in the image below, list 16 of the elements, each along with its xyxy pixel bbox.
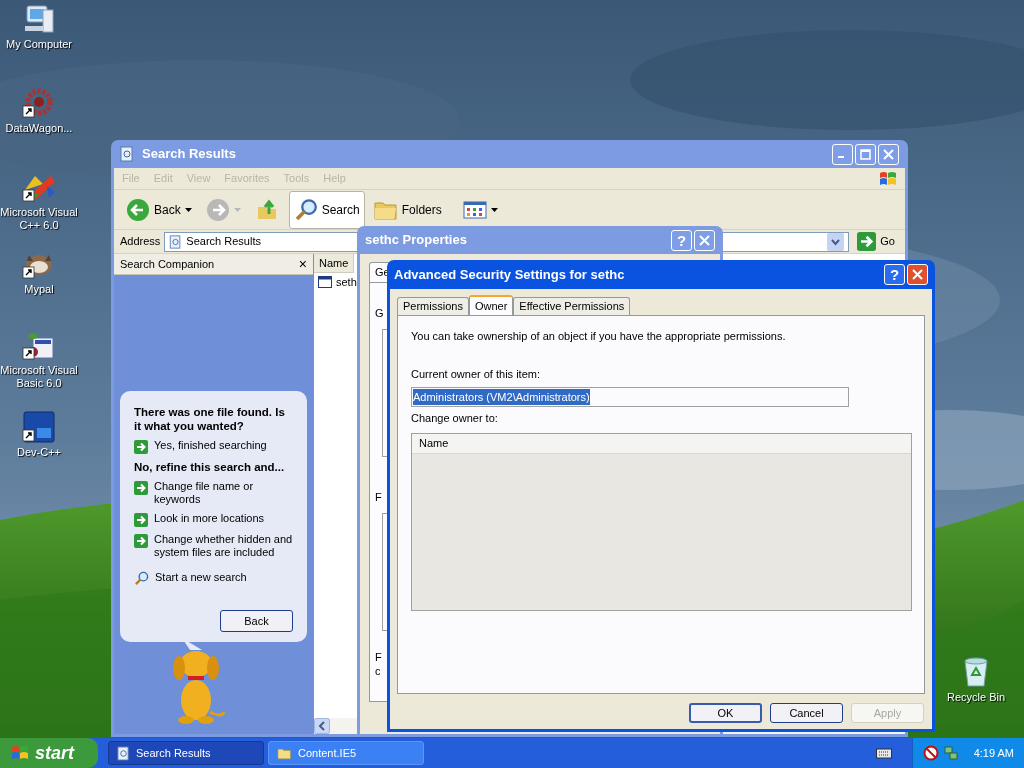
balloon-heading: No, refine this search and... — [134, 460, 286, 474]
label-text: F — [375, 490, 382, 505]
window-title: Search Results — [142, 145, 237, 164]
field-label: Current owner of this item: — [411, 366, 541, 382]
intro-text: You can take ownership of an object if you have the appropriate permissions. — [411, 329, 787, 344]
pane-title: Search Companion — [120, 256, 216, 272]
owner-value: Administrators (VM2\Administrators) — [413, 388, 590, 406]
label-text: c — [375, 664, 381, 679]
clock: 4:19 AM — [973, 745, 1014, 761]
address-label: Address — [120, 234, 161, 250]
field-label: Change owner to: — [411, 411, 499, 426]
balloon-heading: There was one file found. Is it what you wanted? — [134, 405, 286, 433]
window-title: Advanced Security Settings for sethc — [394, 265, 626, 284]
window-title: sethc Properties — [365, 231, 468, 250]
label-text: F — [375, 650, 382, 665]
label-text: G — [375, 306, 384, 321]
